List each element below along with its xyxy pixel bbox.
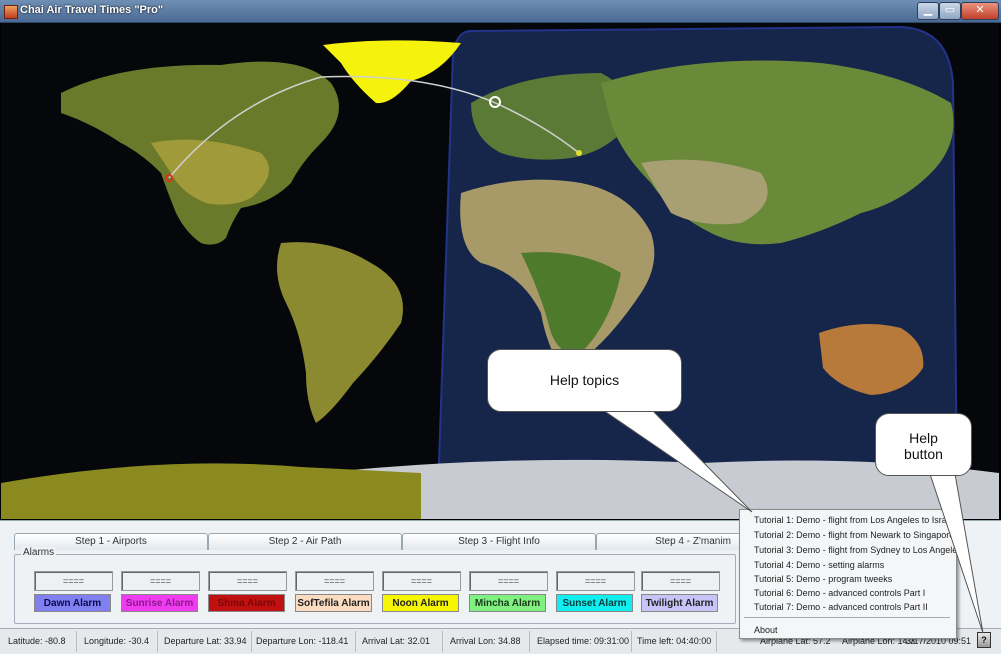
alarm-button[interactable]: Dawn Alarm xyxy=(34,594,111,612)
alarm-time-display: ==== xyxy=(469,571,548,591)
alarm-time-display: ==== xyxy=(295,571,374,591)
minimize-icon: ▁ xyxy=(923,4,933,16)
help-button[interactable]: ? xyxy=(977,632,991,648)
title-bar[interactable]: Chai Air Travel Times "Pro" ▁ ▭ ✕ xyxy=(0,0,1001,23)
callout-help-button: Help button xyxy=(875,413,972,476)
alarm-time-display: ==== xyxy=(121,571,200,591)
status-separator xyxy=(716,631,717,652)
callout-help-button-line2: button xyxy=(904,446,943,462)
status-separator xyxy=(251,631,252,652)
minimize-button[interactable]: ▁ xyxy=(917,2,939,20)
menu-item-tutorial-6[interactable]: Tutorial 6: Demo - advanced controls Par… xyxy=(754,588,925,598)
status-separator xyxy=(442,631,443,652)
menu-item-about[interactable]: About xyxy=(754,625,778,635)
help-menu: Tutorial 1: Demo - flight from Los Angel… xyxy=(739,509,957,639)
status-arrival-lat: Arrival Lat: 32.01 xyxy=(362,636,431,646)
menu-item-tutorial-5[interactable]: Tutorial 5: Demo - program tweeks xyxy=(754,574,892,584)
window-title: Chai Air Travel Times "Pro" xyxy=(20,4,164,16)
status-latitude: Latitude: -80.8 xyxy=(8,636,66,646)
menu-item-tutorial-7[interactable]: Tutorial 7: Demo - advanced controls Par… xyxy=(754,602,928,612)
app-icon xyxy=(4,5,18,19)
menu-item-tutorial-2[interactable]: Tutorial 2: Demo - flight from Newark to… xyxy=(754,530,954,540)
menu-item-tutorial-1[interactable]: Tutorial 1: Demo - flight from Los Angel… xyxy=(754,515,954,525)
alarm-button[interactable]: Sunset Alarm xyxy=(556,594,633,612)
tab-flight-info[interactable]: Step 3 - Flight Info xyxy=(402,533,596,550)
world-map[interactable] xyxy=(1,23,999,519)
alarm-button[interactable]: Noon Alarm xyxy=(382,594,459,612)
status-separator xyxy=(76,631,77,652)
alarms-group: Alarms ==== Dawn Alarm ==== Sunrise Alarm ==… xyxy=(14,547,736,624)
status-separator xyxy=(631,631,632,652)
menu-separator xyxy=(744,617,950,618)
status-time-left: Time left: 04:40:00 xyxy=(637,636,712,646)
status-departure-lon: Departure Lon: -118.41 xyxy=(256,636,349,646)
alarm-time-display: ==== xyxy=(34,571,113,591)
alarm-time-display: ==== xyxy=(556,571,635,591)
alarms-group-label: Alarms xyxy=(21,547,57,558)
alarm-time-display: ==== xyxy=(208,571,287,591)
close-button[interactable]: ✕ xyxy=(961,2,999,20)
map-canvas[interactable] xyxy=(1,23,999,519)
status-arrival-lon: Arrival Lon: 34.88 xyxy=(450,636,521,646)
status-departure-lat: Departure Lat: 33.94 xyxy=(164,636,247,646)
menu-item-tutorial-3[interactable]: Tutorial 3: Demo - flight from Sydney to… xyxy=(754,545,956,555)
alarm-button[interactable]: Shma Alarm xyxy=(208,594,285,612)
alarm-time-display: ==== xyxy=(641,571,720,591)
arrival-marker xyxy=(576,150,582,156)
alarm-time-display: ==== xyxy=(382,571,461,591)
tab-air-path[interactable]: Step 2 - Air Path xyxy=(208,533,402,550)
alarm-button[interactable]: SofTefila Alarm xyxy=(295,594,372,612)
status-separator xyxy=(529,631,530,652)
help-icon: ? xyxy=(981,635,987,645)
maximize-button[interactable]: ▭ xyxy=(939,2,961,20)
callout-help-button-line1: Help xyxy=(909,430,938,446)
status-longitude: Longitude: -30.4 xyxy=(84,636,150,646)
alarm-button[interactable]: Twilight Alarm xyxy=(641,594,718,612)
alarm-button[interactable]: Sunrise Alarm xyxy=(121,594,198,612)
status-separator xyxy=(355,631,356,652)
alarm-button[interactable]: Mincha Alarm xyxy=(469,594,546,612)
status-elapsed-time: Elapsed time: 09:31:00 xyxy=(537,636,630,646)
antarctica-night xyxy=(1,463,421,519)
greenland xyxy=(323,40,461,104)
maximize-icon: ▭ xyxy=(944,4,956,16)
callout-help-topics: Help topics xyxy=(487,349,682,412)
menu-item-tutorial-4[interactable]: Tutorial 4: Demo - setting alarms xyxy=(754,560,884,570)
status-separator xyxy=(157,631,158,652)
close-icon: ✕ xyxy=(975,4,985,16)
south-america xyxy=(277,242,403,423)
